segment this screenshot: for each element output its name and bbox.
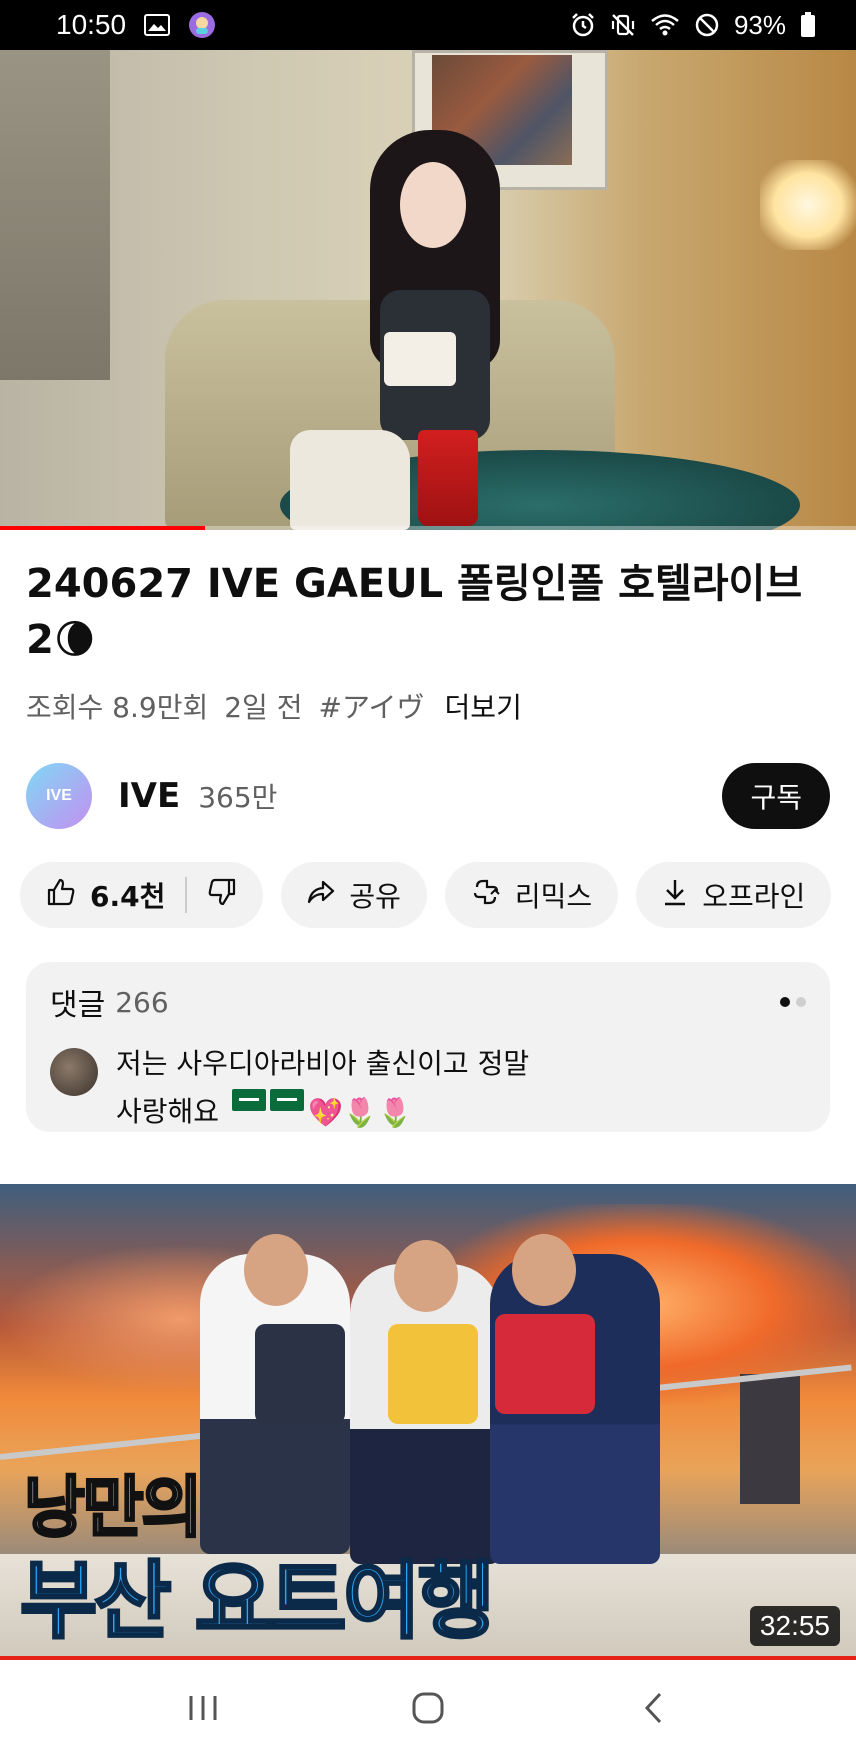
channel-avatar-text: IVE (46, 787, 72, 804)
system-nav-bar (0, 1660, 856, 1760)
battery-percent: 93% (733, 9, 786, 40)
battery-icon (800, 12, 816, 38)
back-icon (642, 1691, 664, 1729)
comment-emoji: 💖🌷🌷 (307, 1096, 413, 1129)
pager-dot-active (780, 997, 790, 1007)
remix-button[interactable]: 리믹스 (444, 862, 619, 928)
hashtag-link[interactable]: #アイヴ (318, 686, 424, 726)
vibrate-mute-icon (610, 12, 636, 38)
thumbnail-title-line-2: 부산 요트여행 (19, 1551, 497, 1652)
remix-icon (471, 877, 501, 914)
saudi-flag-icon (269, 1089, 304, 1111)
video-window-blind (0, 50, 110, 380)
status-bar: 10:50 93% (0, 0, 856, 50)
comment-emoji-group: 💖🌷🌷 (231, 1089, 413, 1137)
thumbnail-city-building (740, 1374, 800, 1504)
thumbs-up-icon (46, 877, 76, 914)
app-notification-icon (188, 11, 216, 39)
alarm-icon (570, 12, 596, 38)
like-divider (185, 877, 188, 913)
video-person-face (400, 162, 466, 248)
comments-count: 266 (115, 985, 169, 1019)
comments-card[interactable]: 댓글 266 저는 사우디아라비아 출신이고 정말 사랑해요 💖🌷🌷 (26, 962, 830, 1132)
comments-header: 댓글 266 (50, 980, 806, 1024)
thumbs-down-icon (207, 878, 237, 914)
channel-avatar[interactable]: IVE (26, 763, 92, 829)
recent-apps-button[interactable] (163, 1670, 243, 1750)
more-link[interactable]: 더보기 (445, 686, 522, 726)
thumbnail-life-vest-left (255, 1324, 345, 1424)
download-label: 오프라인 (702, 880, 806, 913)
thumbnail-life-vest-middle (388, 1324, 478, 1424)
thumbnail-life-vest-right (495, 1314, 595, 1414)
channel-row[interactable]: IVE IVE 365만 구독 (26, 760, 830, 832)
status-time: 10:50 (56, 9, 127, 40)
home-button[interactable] (388, 1670, 468, 1750)
comment-line-2: 사랑해요 💖🌷🌷 (116, 1088, 529, 1137)
home-icon (411, 1691, 445, 1729)
recent-apps-icon (186, 1693, 220, 1727)
thumbnail-head-right (512, 1234, 576, 1306)
like-dislike-group: 6.4천 (20, 862, 264, 928)
view-count: 조회수 8.9만회 (26, 691, 209, 724)
comments-title: 댓글 (50, 988, 106, 1023)
image-icon (144, 14, 171, 36)
video-duration-badge: 32:55 (749, 1606, 840, 1646)
action-chips: 6.4천 공유 리믹스 오프라인 (20, 862, 856, 928)
subscribe-button[interactable]: 구독 (722, 763, 830, 829)
saudi-flag-icon (231, 1089, 266, 1111)
video-food-box (384, 332, 456, 386)
comment-line-2-text: 사랑해요 (116, 1095, 220, 1128)
like-count: 6.4천 (90, 880, 166, 913)
pager-dot-inactive (796, 997, 806, 1007)
thumbnail-head-middle (394, 1240, 458, 1312)
share-button[interactable]: 공유 (281, 862, 427, 928)
video-lamp-glow (760, 160, 856, 250)
comment-line-1: 저는 사우디아라비아 출신이고 정말 (116, 1047, 530, 1080)
commenter-avatar[interactable] (50, 1048, 98, 1096)
video-kettle (290, 430, 410, 530)
upload-age: 2일 전 (224, 691, 303, 724)
wifi-icon (650, 13, 680, 37)
download-icon (662, 877, 688, 914)
share-icon (307, 879, 335, 912)
comments-pager-dots (780, 997, 806, 1007)
video-player[interactable] (0, 50, 856, 530)
comment-text: 저는 사우디아라비아 출신이고 정말 사랑해요 💖🌷🌷 (116, 1040, 529, 1137)
like-button[interactable]: 6.4천 (46, 875, 165, 915)
video-red-cup (418, 430, 478, 526)
download-button[interactable]: 오프라인 (636, 862, 832, 928)
video-progress-fill (0, 526, 206, 530)
channel-name[interactable]: IVE (118, 776, 180, 816)
share-label: 공유 (349, 880, 401, 913)
video-title[interactable]: 240627 IVE GAEUL 폴링인폴 호텔라이브2🌘 (26, 556, 826, 668)
subscriber-count: 365만 (198, 781, 278, 814)
back-button[interactable] (613, 1670, 693, 1750)
top-comment[interactable]: 저는 사우디아라비아 출신이고 정말 사랑해요 💖🌷🌷 (50, 1040, 806, 1137)
thumbnail-head-left (244, 1234, 308, 1306)
remix-label: 리믹스 (514, 880, 593, 913)
video-meta[interactable]: 조회수 8.9만회 2일 전 #アイヴ 더보기 (26, 686, 826, 726)
next-video-thumbnail[interactable]: 낭만의 부산 요트여행 32:55 (0, 1184, 856, 1660)
dislike-button[interactable] (207, 877, 237, 914)
do-not-disturb-icon (694, 12, 720, 38)
